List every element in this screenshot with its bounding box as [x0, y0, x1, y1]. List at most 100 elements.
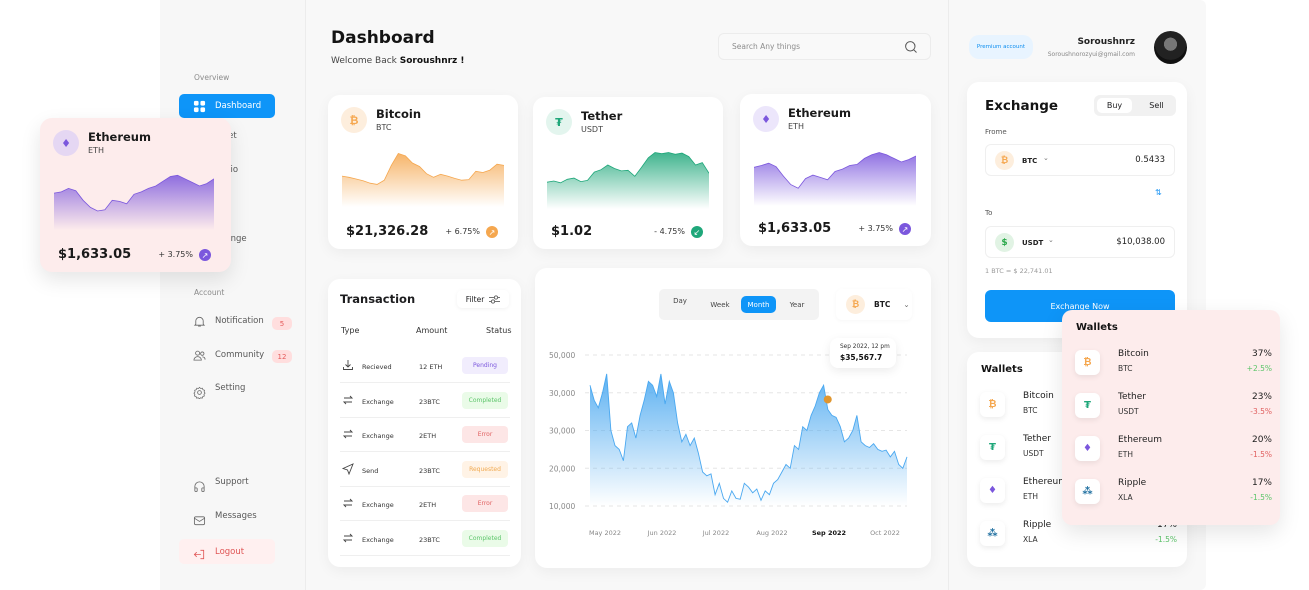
- sidebar-item-label: Support: [215, 477, 249, 487]
- table-row[interactable]: Exchange 2ETH Error: [340, 487, 510, 521]
- filter-button[interactable]: Filter: [457, 290, 509, 308]
- table-row[interactable]: Recieved 12 ETH Pending: [340, 349, 510, 383]
- sparkline-area: [547, 152, 709, 209]
- wallet-name: Ethereum: [1118, 435, 1162, 445]
- wallet-name: Ripple: [1023, 520, 1052, 530]
- wallet-symbol: ETH: [1023, 492, 1038, 501]
- x-tick-label: Aug 2022: [756, 529, 787, 537]
- wallet-name: Bitcoin: [1118, 349, 1149, 359]
- chevron-down-icon[interactable]: ⌄: [1043, 154, 1049, 162]
- wallet-change: -1.5%: [1250, 493, 1272, 502]
- status-badge: Completed: [462, 391, 508, 409]
- community-badge: 12: [272, 350, 292, 363]
- to-field[interactable]: $ USDT ⌄ $10,038.00: [985, 226, 1175, 258]
- coin-icon: ₮: [546, 109, 572, 135]
- y-tick-label: 10,000: [549, 502, 575, 511]
- sidebar-item-notification[interactable]: Notification: [179, 309, 275, 333]
- wallet-symbol: XLA: [1118, 493, 1133, 502]
- table-row[interactable]: Send 23BTC Requested: [340, 453, 510, 487]
- wallet-name: Bitcoin: [1023, 391, 1054, 401]
- table-row[interactable]: Exchange 23BTC Completed: [340, 384, 510, 418]
- coin-price: $21,326.28: [346, 224, 429, 239]
- download-icon: [343, 360, 353, 370]
- wallet-symbol: XLA: [1023, 535, 1038, 544]
- coin-sparkline: [54, 174, 214, 230]
- highlight-point[interactable]: [823, 395, 832, 404]
- from-label: Frome: [985, 128, 1007, 136]
- sidebar-item-label: Messages: [215, 511, 257, 521]
- status-badge: Completed: [462, 529, 508, 547]
- swap-icon: [342, 533, 354, 542]
- transaction-type: Recieved: [362, 363, 392, 371]
- coin-name: Tether: [581, 109, 623, 123]
- wallet-row[interactable]: ⁂ Ripple XLA 17% -1.5%: [1075, 478, 1272, 522]
- range-year[interactable]: Year: [781, 296, 813, 313]
- wallet-row[interactable]: ⁂ Ripple XLA 17% -1.5%: [980, 520, 1177, 564]
- range-day[interactable]: Day: [665, 292, 695, 309]
- chevron-down-icon[interactable]: ⌄: [1048, 236, 1054, 244]
- range-month[interactable]: Month: [741, 296, 776, 313]
- sidebar-item-dashboard[interactable]: Dashboard: [179, 94, 275, 118]
- arrow-up-icon: ↗: [486, 226, 498, 238]
- sell-tab[interactable]: Sell: [1139, 98, 1174, 113]
- users-icon: [193, 350, 206, 361]
- column-status: Status: [486, 326, 512, 335]
- ripple-icon: ⁂: [1075, 479, 1100, 504]
- coin-select[interactable]: ₿ BTC ⌄: [836, 289, 912, 320]
- wallet-row[interactable]: ₮ Tether USDT 23% -3.5%: [1075, 392, 1272, 436]
- welcome-prefix: Welcome Back: [331, 56, 400, 66]
- dollar-icon: $: [995, 233, 1014, 252]
- to-label: To: [985, 209, 993, 217]
- table-row[interactable]: Exchange 2ETH Error: [340, 418, 510, 452]
- wallets-title: Wallets: [1076, 322, 1118, 333]
- buy-tab[interactable]: Buy: [1097, 98, 1132, 113]
- coin-icon: ♦: [53, 130, 79, 156]
- search-icon[interactable]: [904, 40, 918, 54]
- premium-badge: Premium account: [969, 35, 1033, 59]
- wallet-percent: 20%: [1251, 435, 1272, 445]
- arrow-up-icon: ↗: [899, 223, 911, 235]
- column-amount: Amount: [416, 326, 448, 335]
- search-placeholder: Search Any things: [732, 42, 801, 51]
- exchange-title: Exchange: [985, 98, 1059, 114]
- coin-card-ethereum[interactable]: ♦ Ethereum ETH $1,633.05 + 3.75% ↗: [740, 94, 931, 246]
- user-name: Soroushnrz: [1077, 37, 1135, 47]
- series-area: [590, 373, 907, 506]
- status-badge: Pending: [462, 357, 508, 374]
- sidebar-item-messages[interactable]: Messages: [179, 504, 275, 528]
- floating-ethereum-card[interactable]: ♦ Ethereum ETH $1,633.05 + 3.75% ↗: [40, 118, 231, 272]
- logout-button[interactable]: Logout: [179, 539, 275, 564]
- coin-card-tether[interactable]: ₮ Tether USDT $1.02 - 4.75% ↙: [533, 97, 723, 249]
- chevron-down-icon: ⌄: [903, 300, 910, 309]
- transaction-type: Exchange: [362, 535, 394, 544]
- table-row[interactable]: Exchange 23BTC Completed: [340, 522, 510, 556]
- avatar[interactable]: [1154, 31, 1187, 64]
- sidebar-item-label: Setting: [215, 383, 246, 393]
- filter-label: Filter: [465, 294, 485, 304]
- coin-symbol: USDT: [581, 125, 603, 134]
- sliders-icon: [489, 295, 501, 303]
- wallet-percent: 17%: [1251, 478, 1272, 488]
- coin-change: - 4.75%: [654, 227, 685, 236]
- sidebar: [160, 0, 306, 590]
- overview-section-label: Overview: [194, 73, 230, 82]
- divider: [948, 0, 949, 590]
- sidebar-item-setting[interactable]: Setting: [179, 376, 275, 400]
- coin-card-bitcoin[interactable]: ₿ Bitcoin BTC $21,326.28 + 6.75% ↗: [328, 95, 518, 249]
- send-icon: [342, 462, 354, 475]
- wallet-row[interactable]: ♦ Ethereum ETH 20% -1.5%: [1075, 435, 1272, 479]
- swap-direction-icon[interactable]: ⇅: [1155, 188, 1169, 202]
- from-value: 0.5433: [1135, 155, 1165, 165]
- swap-icon: [342, 395, 354, 404]
- coin-icon: ₿: [341, 107, 367, 133]
- arrow-up-icon: ↗: [199, 249, 211, 261]
- coin-symbol: BTC: [376, 123, 392, 132]
- range-week[interactable]: Week: [703, 296, 737, 313]
- wallet-row[interactable]: ₿ Bitcoin BTC 37% +2.5%: [1075, 349, 1272, 393]
- search-input[interactable]: Search Any things: [718, 33, 931, 60]
- from-field[interactable]: ₿ BTC ⌄ 0.5433: [985, 144, 1175, 176]
- sidebar-item-community[interactable]: Community: [179, 343, 275, 367]
- sidebar-item-support[interactable]: Support: [179, 470, 275, 494]
- swap-icon: [342, 429, 354, 439]
- coin-change: + 3.75%: [858, 224, 893, 233]
